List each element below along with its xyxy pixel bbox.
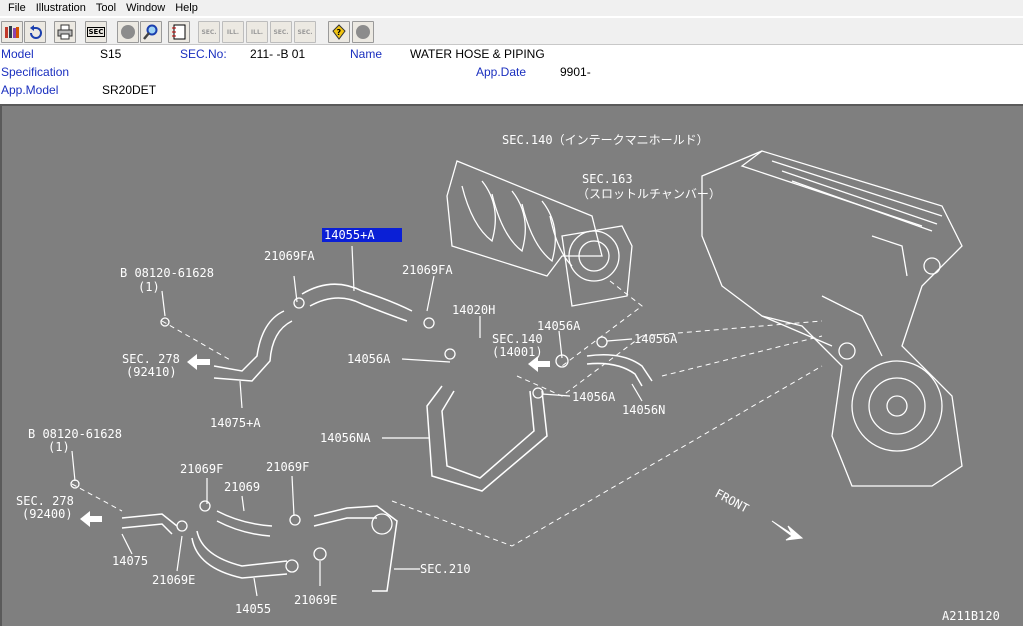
menu-tool[interactable]: Tool — [91, 0, 121, 16]
app-model-value: SR20DET — [102, 83, 157, 97]
label-21069FA-1[interactable]: 21069FA — [264, 249, 315, 263]
label-14056N[interactable]: 14056N — [622, 403, 665, 417]
label-21069E-2[interactable]: 21069E — [294, 593, 337, 607]
parts-diagram: SEC.140（インテークマニホールド） SEC.163 （スロットルチャンバー… — [16, 133, 1000, 623]
label-14055A[interactable]: 14055+A — [324, 228, 375, 242]
label-sec278-2[interactable]: SEC. 278 — [16, 494, 74, 508]
svg-text:?: ? — [337, 28, 342, 37]
next-section-icon[interactable]: SEC. — [270, 21, 292, 43]
model-label: Model — [1, 47, 34, 61]
menu-window[interactable]: Window — [121, 0, 170, 16]
label-21069E-1[interactable]: 21069E — [152, 573, 195, 587]
label-14056A-2[interactable]: 14056A — [634, 332, 678, 346]
arrow-left-icon-2 — [80, 511, 102, 527]
label-leader-lines — [71, 245, 643, 597]
library-icon[interactable] — [1, 21, 23, 43]
sec-no-label: SEC.No: — [180, 47, 227, 61]
prev-section-label: SEC. — [201, 28, 217, 36]
section-jump-label: SEC. — [297, 28, 313, 36]
next-illustration-icon[interactable]: ILL. — [246, 21, 268, 43]
label-sec140-manifold: SEC.140（インテークマニホールド） — [502, 133, 709, 147]
menu-illustration[interactable]: Illustration — [31, 0, 91, 16]
engine-block-drawing — [701, 150, 963, 487]
label-bolt-2-qty: (1) — [48, 440, 70, 454]
hint-icon[interactable]: ? — [328, 21, 350, 43]
gray-circle-icon-2[interactable] — [352, 21, 374, 43]
label-14075A[interactable]: 14075+A — [210, 416, 261, 430]
prev-section-icon[interactable]: SEC. — [198, 21, 220, 43]
label-sec140-b-sub: (14001) — [492, 345, 543, 359]
front-arrow-icon — [771, 520, 804, 541]
label-sec278-1-sub: (92410) — [126, 365, 177, 379]
name-value: WATER HOSE & PIPING — [410, 47, 545, 61]
label-21069F-2[interactable]: 21069F — [266, 460, 309, 474]
info-panel: Model S15 SEC.No: 211- -B 01 Name WATER … — [0, 45, 1023, 104]
toolbar: SEC SEC. ILL. ILL. SEC. SEC. ? — [0, 17, 1023, 45]
label-21069F-1[interactable]: 21069F — [180, 462, 223, 476]
app-date-value: 9901- — [560, 65, 591, 79]
arrow-left-icon — [187, 354, 210, 370]
menu-help[interactable]: Help — [170, 0, 203, 16]
label-sec163-sub: （スロットルチャンバー） — [577, 187, 721, 201]
app-date-label: App.Date — [476, 65, 527, 79]
label-14056A-3[interactable]: 14056A — [347, 352, 391, 366]
label-14055[interactable]: 14055 — [235, 602, 271, 616]
section-icon[interactable]: SEC — [85, 21, 107, 43]
search-icon[interactable] — [140, 21, 162, 43]
print-icon[interactable] — [54, 21, 76, 43]
next-section-label: SEC. — [273, 28, 289, 36]
label-14056A-4[interactable]: 14056A — [572, 390, 616, 404]
label-bolt-1-qty: (1) — [138, 280, 160, 294]
app-model-label: App.Model — [1, 83, 59, 97]
label-21069[interactable]: 21069 — [224, 480, 260, 494]
label-sec210[interactable]: SEC.210 — [420, 562, 471, 576]
menu-bar: File Illustration Tool Window Help — [0, 0, 1023, 16]
notebook-icon[interactable] — [168, 21, 190, 43]
illustration-code: A211B120 — [942, 609, 1000, 623]
next-illustration-label: ILL. — [250, 28, 264, 36]
illustration-canvas[interactable]: SEC.140（インテークマニホールド） SEC.163 （スロットルチャンバー… — [0, 104, 1023, 626]
label-14020H[interactable]: 14020H — [452, 303, 495, 317]
label-14056NA[interactable]: 14056NA — [320, 431, 371, 445]
label-14056A-1[interactable]: 14056A — [537, 319, 581, 333]
label-sec140-b[interactable]: SEC.140 — [492, 332, 543, 346]
sec-no-value: 211- -B 01 — [250, 47, 306, 61]
prev-illustration-label: ILL. — [226, 28, 240, 36]
menu-file[interactable]: File — [3, 0, 31, 16]
section-icon-label: SEC — [86, 27, 106, 37]
label-21069FA-2[interactable]: 21069FA — [402, 263, 453, 277]
label-sec163: SEC.163 — [582, 172, 633, 186]
label-bolt-1[interactable]: B 08120-61628 — [120, 266, 214, 280]
label-14075[interactable]: 14075 — [112, 554, 148, 568]
label-front: FRONT — [713, 486, 751, 515]
label-sec278-1[interactable]: SEC. 278 — [122, 352, 180, 366]
spec-label: Specification — [1, 65, 70, 79]
label-bolt-2[interactable]: B 08120-61628 — [28, 427, 122, 441]
dashed-leader-lines — [71, 280, 823, 547]
undo-icon[interactable] — [24, 21, 46, 43]
label-sec278-2-sub: (92400) — [22, 507, 73, 521]
model-value: S15 — [100, 47, 122, 61]
name-label: Name — [350, 47, 383, 61]
prev-illustration-icon[interactable]: ILL. — [222, 21, 244, 43]
section-jump-icon[interactable]: SEC. — [294, 21, 316, 43]
gray-circle-icon[interactable] — [117, 21, 139, 43]
